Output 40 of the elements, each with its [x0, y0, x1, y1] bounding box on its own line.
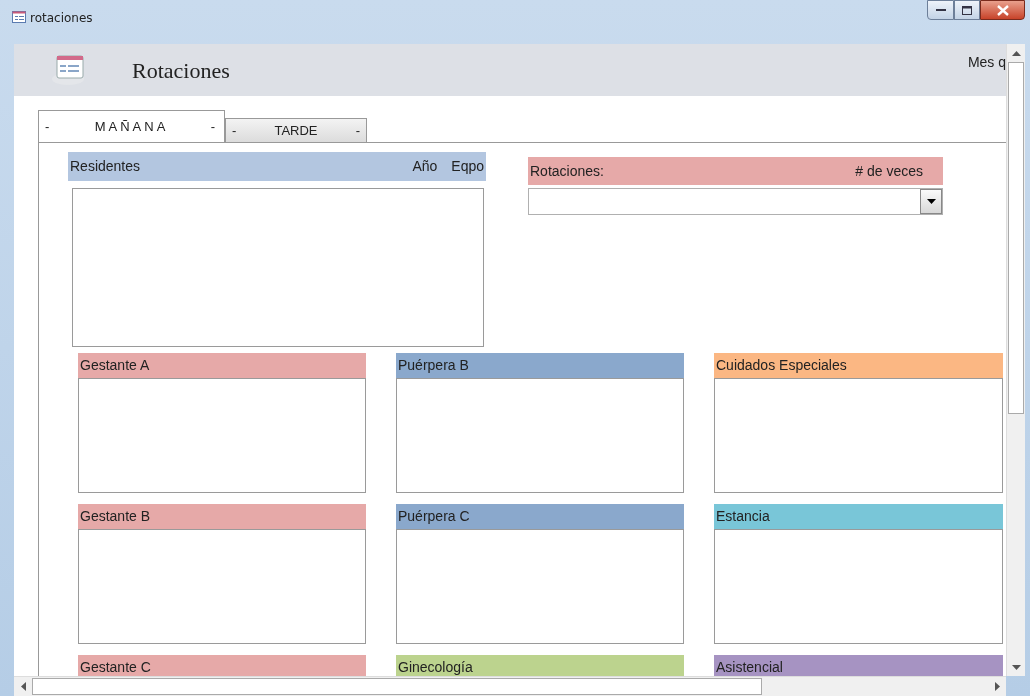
maximize-icon — [962, 5, 972, 15]
panel-list[interactable] — [396, 378, 684, 493]
panel-header: Gestante C — [78, 655, 366, 676]
panel-header: Puérpera C — [396, 504, 684, 529]
vertical-scrollbar[interactable] — [1006, 44, 1025, 676]
tab[interactable]: - MAÑANA - — [38, 110, 225, 142]
column-header: Eqpo — [451, 157, 484, 176]
panel-header: Puérpera B — [396, 353, 684, 378]
scroll-up-icon[interactable] — [1011, 50, 1021, 56]
minimize-icon — [935, 8, 946, 12]
close-button[interactable] — [980, 0, 1025, 20]
header-label: Mes q — [967, 53, 1006, 72]
close-icon — [996, 4, 1009, 16]
panel-list[interactable] — [78, 378, 366, 493]
panel-header: Estancia — [714, 504, 1003, 529]
list-title: Residentes — [70, 157, 141, 176]
panel-header: Asistencial — [714, 655, 1003, 676]
panel-header: Gestante A — [78, 353, 366, 378]
minimize-button[interactable] — [927, 0, 954, 20]
panel-header: Ginecología — [396, 655, 684, 676]
window-title: rotaciones — [30, 10, 93, 27]
tab[interactable]: - TARDE - — [225, 118, 367, 142]
form-icon — [12, 11, 26, 23]
caret-icon — [926, 199, 936, 204]
rotations-dropdown[interactable] — [528, 188, 943, 215]
horizontal-scrollbar[interactable] — [14, 676, 1006, 696]
scroll-down-icon[interactable] — [1011, 664, 1021, 670]
panel-list[interactable] — [714, 378, 1003, 493]
form-title: Rotaciones — [132, 56, 230, 85]
panel-header: Gestante B — [78, 504, 366, 529]
panel-list[interactable] — [396, 529, 684, 644]
column-header: # de veces — [855, 161, 923, 181]
column-header: Año — [412, 157, 438, 176]
panel-list[interactable] — [78, 529, 366, 644]
scroll-left-icon[interactable] — [20, 681, 26, 691]
list-title: Rotaciones: — [530, 161, 604, 181]
maximize-button[interactable] — [954, 0, 980, 20]
scroll-right-icon[interactable] — [994, 681, 1000, 691]
panel-list[interactable] — [714, 529, 1003, 644]
panel-header: Cuidados Especiales — [714, 353, 1003, 378]
